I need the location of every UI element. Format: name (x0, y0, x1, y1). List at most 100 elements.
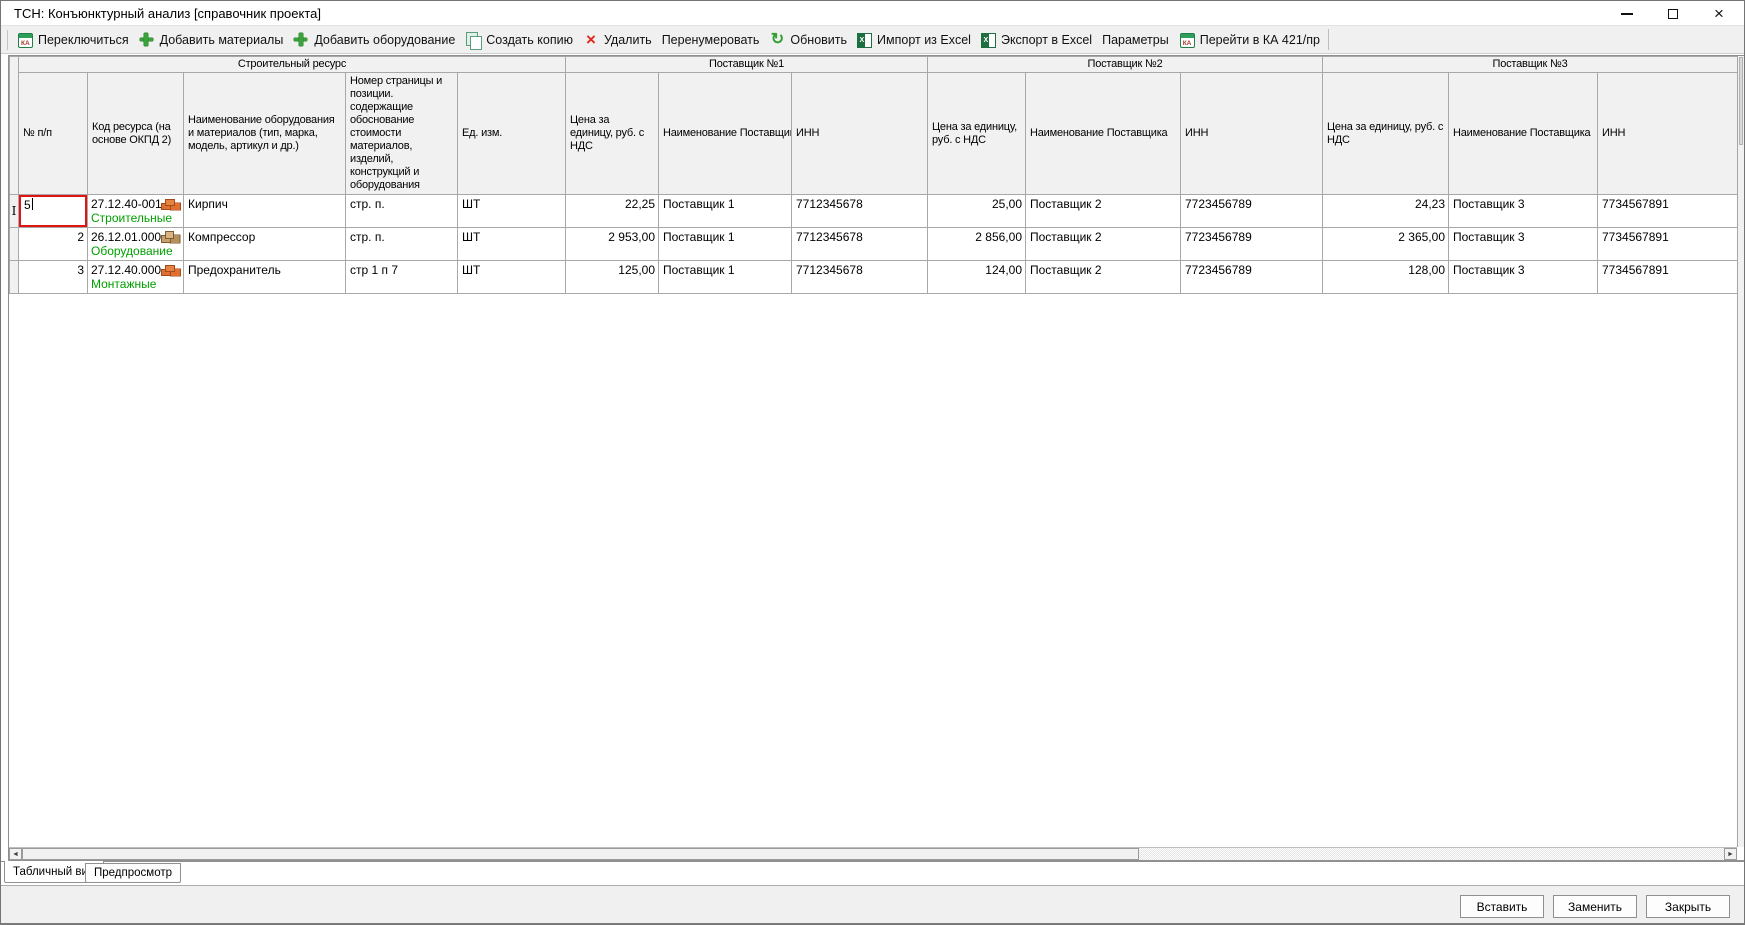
s3-supplier-cell[interactable]: Поставщик 3 (1449, 195, 1598, 228)
horizontal-scrollbar[interactable]: ◄ ► (9, 847, 1737, 860)
toolbar-add-materials-label: Добавить материалы (160, 33, 284, 47)
code-cell[interactable]: 26.12.01.000 Оборудование (88, 228, 184, 261)
grid-frame: Строительный ресурс Поставщик №1 Поставщ… (8, 55, 1745, 861)
s2-inn-cell[interactable]: 7723456789 (1181, 195, 1323, 228)
column-header-name: Наименование оборудования и материалов (… (184, 73, 346, 195)
s3-supplier-cell[interactable]: Поставщик 3 (1449, 228, 1598, 261)
column-header-s3-inn: ИНН (1598, 73, 1738, 195)
s3-price-cell[interactable]: 128,00 (1323, 261, 1449, 294)
resource-code: 27.12.40.000 (91, 263, 161, 277)
s2-inn-cell[interactable]: 7723456789 (1181, 261, 1323, 294)
num-cell-editing[interactable]: 5 (19, 195, 88, 228)
replace-button[interactable]: Заменить (1553, 895, 1637, 918)
toolbar-add-equipment-button[interactable]: Добавить оборудование (288, 29, 460, 51)
toolbar-delete-button[interactable]: × Удалить (578, 30, 657, 50)
s2-supplier-cell[interactable]: Поставщик 2 (1026, 228, 1181, 261)
plus-icon (293, 32, 309, 48)
insert-button[interactable]: Вставить (1460, 895, 1544, 918)
page-cell[interactable]: стр. п. (346, 195, 458, 228)
toolbar-renumber-label: Перенумеровать (662, 33, 760, 47)
s1-inn-cell[interactable]: 7712345678 (792, 228, 928, 261)
name-cell[interactable]: Предохранитель (184, 261, 346, 294)
unit-cell[interactable]: ШТ (458, 195, 566, 228)
name-cell[interactable]: Компрессор (184, 228, 346, 261)
column-header-s3-supplier: Наименование Поставщика (1449, 73, 1598, 195)
s1-supplier-cell[interactable]: Поставщик 1 (659, 195, 792, 228)
toolbar-create-copy-button[interactable]: Создать копию (460, 29, 578, 51)
window-title: ТСН: Конъюнктурный анализ [справочник пр… (14, 6, 321, 21)
s2-price-cell[interactable]: 25,00 (928, 195, 1026, 228)
corner-cell (10, 57, 19, 195)
page-cell[interactable]: стр 1 п 7 (346, 261, 458, 294)
toolbar-refresh-label: Обновить (790, 33, 847, 47)
close-button[interactable]: × (1696, 1, 1742, 26)
s3-price-cell[interactable]: 24,23 (1323, 195, 1449, 228)
group-header-resource: Строительный ресурс (19, 57, 566, 73)
num-cell[interactable]: 3 (19, 261, 88, 294)
s1-supplier-cell[interactable]: Поставщик 1 (659, 261, 792, 294)
view-tabstrip: Табличный вид Предпросмотр (1, 861, 1744, 885)
s2-price-cell[interactable]: 124,00 (928, 261, 1026, 294)
vertical-scrollbar-thumb[interactable] (1739, 57, 1743, 145)
s2-supplier-cell[interactable]: Поставщик 2 (1026, 195, 1181, 228)
row-indicator (10, 261, 19, 294)
minimize-button[interactable] (1604, 1, 1650, 26)
ka-grid-icon (1180, 33, 1195, 48)
toolbar-add-materials-button[interactable]: Добавить материалы (134, 29, 289, 51)
table-row: 2 26.12.01.000 Оборудование Компрессор с… (10, 228, 1738, 261)
group-header-supplier-2: Поставщик №2 (928, 57, 1323, 73)
s3-inn-cell[interactable]: 7734567891 (1598, 228, 1738, 261)
toolbar-renumber-button[interactable]: Перенумеровать (657, 30, 765, 50)
tab-preview[interactable]: Предпросмотр (85, 863, 181, 883)
copy-icon (465, 32, 481, 48)
unit-cell[interactable]: ШТ (458, 261, 566, 294)
s1-price-cell[interactable]: 2 953,00 (566, 228, 659, 261)
vertical-scrollbar[interactable] (1737, 56, 1744, 847)
resource-code: 27.12.40-001 (91, 197, 162, 211)
scroll-right-arrow[interactable]: ► (1724, 848, 1737, 860)
toolbar-create-copy-label: Создать копию (486, 33, 573, 47)
code-cell[interactable]: 27.12.40-001 Строительные (88, 195, 184, 228)
num-cell[interactable]: 2 (19, 228, 88, 261)
toolbar-switch-button[interactable]: Переключиться (12, 29, 134, 51)
s1-price-cell[interactable]: 22,25 (566, 195, 659, 228)
s1-price-cell[interactable]: 125,00 (566, 261, 659, 294)
close-dialog-button[interactable]: Закрыть (1646, 895, 1730, 918)
toolbar-gripper (7, 30, 8, 50)
s3-price-cell[interactable]: 2 365,00 (1323, 228, 1449, 261)
s1-inn-cell[interactable]: 7712345678 (792, 195, 928, 228)
s1-supplier-cell[interactable]: Поставщик 1 (659, 228, 792, 261)
resource-category: Монтажные (91, 277, 156, 291)
toolbar-goto-ka-button[interactable]: Перейти в КА 421/пр (1174, 29, 1325, 51)
toolbar-add-equipment-label: Добавить оборудование (314, 33, 455, 47)
unit-cell[interactable]: ШТ (458, 228, 566, 261)
column-header-s3-price: Цена за единицу, руб. с НДС (1323, 73, 1449, 195)
s2-price-cell[interactable]: 2 856,00 (928, 228, 1026, 261)
row-indicator (10, 228, 19, 261)
horizontal-scrollbar-thumb[interactable] (22, 848, 1139, 860)
toolbar-separator (1328, 29, 1329, 50)
s3-inn-cell[interactable]: 7734567891 (1598, 195, 1738, 228)
maximize-button[interactable] (1650, 1, 1696, 26)
name-cell[interactable]: Кирпич (184, 195, 346, 228)
toolbar-parameters-button[interactable]: Параметры (1097, 30, 1174, 50)
maximize-icon (1668, 9, 1678, 19)
s1-inn-cell[interactable]: 7712345678 (792, 261, 928, 294)
num-edit-input[interactable]: 5 (19, 195, 87, 227)
toolbar-switch-label: Переключиться (38, 33, 129, 47)
toolbar-refresh-button[interactable]: ↻ Обновить (764, 29, 852, 51)
group-header-supplier-3: Поставщик №3 (1323, 57, 1738, 73)
column-header-page: Номер страницы и позиции. содержащие обо… (346, 73, 458, 195)
toolbar-export-excel-button[interactable]: Экспорт в Excel (976, 29, 1097, 51)
page-cell[interactable]: стр. п. (346, 228, 458, 261)
s3-supplier-cell[interactable]: Поставщик 3 (1449, 261, 1598, 294)
s3-inn-cell[interactable]: 7734567891 (1598, 261, 1738, 294)
s2-inn-cell[interactable]: 7723456789 (1181, 228, 1323, 261)
toolbar-goto-ka-label: Перейти в КА 421/пр (1200, 33, 1320, 47)
titlebar: ТСН: Конъюнктурный анализ [справочник пр… (1, 1, 1744, 26)
code-cell[interactable]: 27.12.40.000 Монтажные (88, 261, 184, 294)
s2-supplier-cell[interactable]: Поставщик 2 (1026, 261, 1181, 294)
toolbar-import-excel-button[interactable]: Импорт из Excel (852, 29, 976, 51)
scroll-left-arrow[interactable]: ◄ (9, 848, 22, 860)
minimize-icon (1621, 13, 1633, 15)
